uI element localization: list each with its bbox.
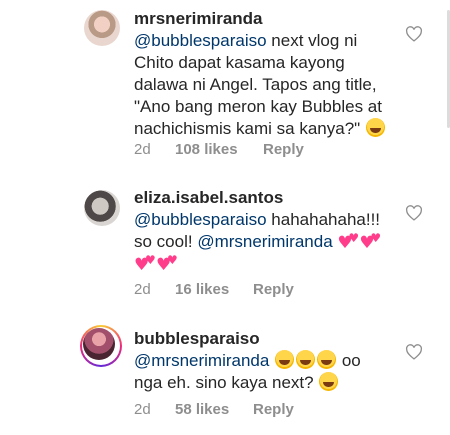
comment-body: mrsnerimiranda @bubblesparaiso next vlog… bbox=[134, 8, 389, 140]
two-hearts-emoji-icon bbox=[134, 249, 156, 276]
comment-time: 2d bbox=[134, 401, 151, 418]
reply-button[interactable]: Reply bbox=[253, 281, 294, 298]
laughing-emoji-icon bbox=[319, 372, 339, 391]
two-hearts-emoji-icon bbox=[337, 227, 359, 254]
comment-time: 2d bbox=[134, 281, 151, 298]
laughing-emoji-icon bbox=[365, 118, 385, 137]
comment-time: 2d bbox=[134, 141, 151, 158]
laughing-emoji-icon bbox=[296, 350, 316, 369]
laughing-emoji-icon bbox=[317, 350, 337, 369]
comment-body: eliza.isabel.santos @bubblesparaiso haha… bbox=[134, 187, 389, 276]
comment-username[interactable]: eliza.isabel.santos bbox=[134, 187, 389, 209]
heart-icon[interactable] bbox=[405, 344, 423, 360]
avatar[interactable] bbox=[84, 10, 120, 46]
comment-mention[interactable]: @bubblesparaiso bbox=[134, 31, 267, 50]
two-hearts-emoji-icon bbox=[156, 249, 178, 276]
laughing-emoji-icon bbox=[275, 350, 295, 369]
reply-button[interactable]: Reply bbox=[263, 141, 304, 158]
avatar[interactable] bbox=[84, 190, 120, 226]
comment-likes[interactable]: 58 likes bbox=[175, 401, 229, 418]
avatar[interactable] bbox=[80, 325, 122, 367]
comment-username[interactable]: mrsnerimiranda bbox=[134, 8, 389, 30]
comment-mention[interactable]: @mrsnerimiranda bbox=[197, 232, 332, 251]
comment-body: bubblesparaiso @mrsnerimiranda oo nga eh… bbox=[134, 328, 389, 394]
two-hearts-emoji-icon bbox=[359, 227, 381, 254]
comment-mention[interactable]: @bubblesparaiso bbox=[134, 210, 267, 229]
comment-likes[interactable]: 16 likes bbox=[175, 281, 229, 298]
comment-username[interactable]: bubblesparaiso bbox=[134, 328, 389, 350]
heart-icon[interactable] bbox=[405, 26, 423, 42]
reply-button[interactable]: Reply bbox=[253, 401, 294, 418]
avatar-image bbox=[83, 328, 115, 360]
heart-icon[interactable] bbox=[405, 205, 423, 221]
comment-likes[interactable]: 108 likes bbox=[175, 141, 238, 158]
comment-mention[interactable]: @mrsnerimiranda bbox=[134, 351, 269, 370]
